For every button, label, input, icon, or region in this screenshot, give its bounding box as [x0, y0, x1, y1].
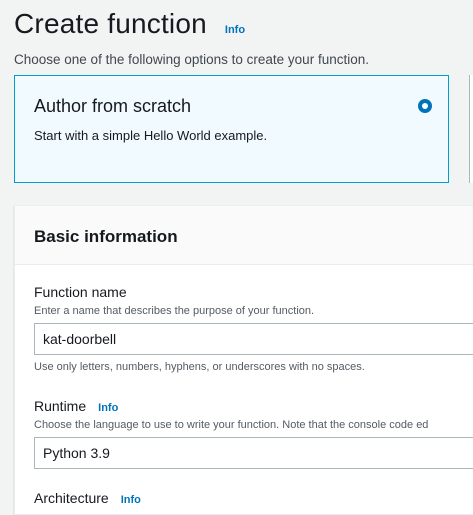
function-name-label: Function name [34, 284, 127, 300]
option-title: Author from scratch [34, 96, 192, 116]
runtime-description: Choose the language to use to write your… [34, 419, 429, 431]
panel-title: Basic information [34, 227, 178, 246]
runtime-label: Runtime Info [34, 398, 118, 414]
radio-selected-icon[interactable] [418, 99, 432, 113]
runtime-label-text: Runtime [34, 398, 87, 414]
title-info-link[interactable]: Info [225, 24, 245, 36]
runtime-info-link[interactable]: Info [98, 402, 118, 414]
function-name-input[interactable]: kat-doorbell [34, 323, 473, 355]
function-name-hint: Use only letters, numbers, hyphens, or u… [34, 361, 365, 373]
author-from-scratch-option[interactable]: Author from scratch Start with a simple … [14, 75, 449, 183]
function-name-label-text: Function name [34, 284, 127, 300]
architecture-label: Architecture Info [34, 490, 141, 506]
page-title: Create function [14, 8, 207, 39]
architecture-label-text: Architecture [34, 490, 109, 506]
panel-header: Basic information [15, 206, 473, 265]
option-description: Start with a simple Hello World example. [34, 128, 268, 143]
page-subtitle: Choose one of the following options to c… [14, 52, 369, 67]
page-header: Create function Info [14, 8, 245, 40]
basic-information-panel: Basic information Function name Enter a … [14, 205, 473, 515]
function-name-description: Enter a name that describes the purpose … [34, 305, 315, 317]
architecture-info-link[interactable]: Info [121, 494, 141, 506]
next-option-card[interactable] [469, 75, 473, 183]
runtime-select[interactable]: Python 3.9 [34, 437, 473, 469]
